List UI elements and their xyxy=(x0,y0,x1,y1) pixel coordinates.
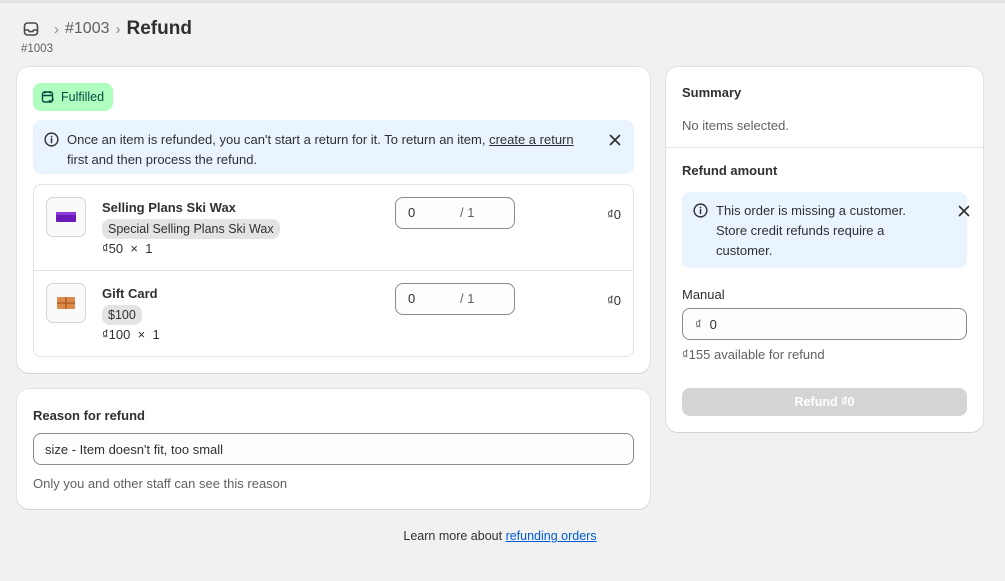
reason-input[interactable]: size - Item doesn't fit, too small xyxy=(33,433,634,465)
return-info-banner: Once an item is refunded, you can't star… xyxy=(33,120,634,174)
quantity-max: / 1 xyxy=(460,205,475,220)
breadcrumb-separator: › xyxy=(54,20,59,38)
manual-label: Manual xyxy=(682,287,725,302)
summary-title: Summary xyxy=(682,85,742,100)
line-total: ₫0 xyxy=(607,293,621,308)
summary-empty-text: No items selected. xyxy=(682,118,789,133)
divider xyxy=(666,147,983,148)
refund-reason-card: Reason for refund size - Item doesn't fi… xyxy=(17,389,650,509)
summary-card: Summary No items selected. Refund amount… xyxy=(666,67,983,432)
quantity-input[interactable]: 0 / 1 xyxy=(395,283,515,315)
refunding-orders-link[interactable]: refunding orders xyxy=(506,529,597,543)
product-thumbnail xyxy=(46,283,86,323)
create-return-link[interactable]: create a return xyxy=(489,132,574,147)
breadcrumb: › #1003 › Refund xyxy=(22,17,192,41)
quantity-value[interactable]: 0 xyxy=(408,205,415,220)
line-total: ₫0 xyxy=(607,207,621,222)
variant-badge: Special Selling Plans Ski Wax xyxy=(102,219,280,239)
line-item: Selling Plans Ski Wax Special Selling Pl… xyxy=(34,185,633,271)
learn-more: Learn more about refunding orders xyxy=(403,529,597,543)
quantity-max: / 1 xyxy=(460,291,475,306)
variant-badge: $100 xyxy=(102,305,142,325)
price-quantity: ₫100 × 1 xyxy=(102,327,160,342)
refund-amount-title: Refund amount xyxy=(682,163,778,178)
info-icon xyxy=(693,203,708,221)
page-title: Refund xyxy=(126,18,192,39)
line-item: Gift Card $100 ₫100 × 1 0 / 1 ₫0 xyxy=(34,271,633,357)
refund-button[interactable]: Refund ₫0 xyxy=(682,388,967,416)
close-icon[interactable] xyxy=(954,201,974,221)
quantity-input[interactable]: 0 / 1 xyxy=(395,197,515,229)
top-border xyxy=(0,0,1005,3)
reason-help-text: Only you and other staff can see this re… xyxy=(33,476,288,491)
status-badge: Fulfilled xyxy=(33,83,114,111)
quantity-value[interactable]: 0 xyxy=(408,291,415,306)
inbox-icon[interactable] xyxy=(22,20,40,38)
close-icon[interactable] xyxy=(605,130,625,150)
price-quantity: ₫50 × 1 xyxy=(102,241,153,256)
available-for-refund: ₫155 available for refund xyxy=(682,347,825,362)
status-badge-label: Fulfilled xyxy=(61,90,105,104)
refund-items-card: Fulfilled Once an item is refunded, you … xyxy=(17,67,650,373)
missing-customer-banner: This order is missing a customer. Store … xyxy=(682,192,970,268)
info-icon xyxy=(44,132,59,150)
line-items-list: Selling Plans Ski Wax Special Selling Pl… xyxy=(33,184,634,357)
breadcrumb-order-link[interactable]: #1003 xyxy=(65,20,110,38)
page-header: › #1003 › Refund #1003 xyxy=(21,17,192,55)
currency-symbol: ₫ xyxy=(695,316,702,332)
item-title[interactable]: Selling Plans Ski Wax xyxy=(102,200,236,215)
page-subtitle: #1003 xyxy=(21,43,53,55)
manual-amount-value[interactable]: 0 xyxy=(710,317,717,332)
banner-text: Once an item is refunded, you can't star… xyxy=(67,132,574,167)
product-thumbnail xyxy=(46,197,86,237)
banner-text: This order is missing a customer. Store … xyxy=(716,203,907,258)
fulfilled-icon xyxy=(41,91,55,103)
breadcrumb-separator: › xyxy=(115,20,121,38)
reason-title: Reason for refund xyxy=(33,408,145,423)
manual-amount-input[interactable]: ₫ 0 xyxy=(682,308,967,340)
item-title[interactable]: Gift Card xyxy=(102,286,158,301)
